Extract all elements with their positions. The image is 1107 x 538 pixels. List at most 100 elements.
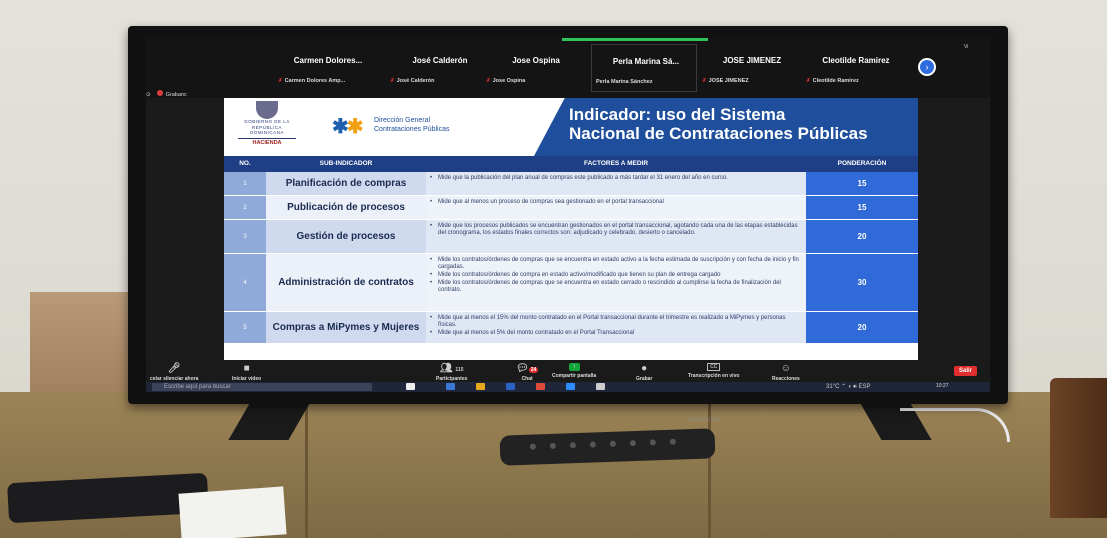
white-cable	[900, 408, 1010, 442]
share-screen-icon: ↑	[568, 363, 580, 371]
factors: Mide que al menos el 15% del monto contr…	[426, 312, 806, 343]
factors: Mide los contratos/órdenes de compras qu…	[426, 254, 806, 311]
column-header: PONDERACIÓN	[837, 160, 887, 167]
task-view-icon[interactable]	[406, 383, 415, 390]
reactions-button[interactable]: ☺ Reacciones	[772, 363, 800, 382]
chair	[1050, 378, 1107, 518]
active-speaker-bar	[562, 38, 708, 41]
ministry-label: HACIENDA	[238, 137, 296, 146]
weight: 20	[806, 312, 918, 343]
participants-count: 115	[455, 367, 464, 373]
microphone-icon: 🎤︎	[167, 363, 181, 374]
share-label: Compartir pantalla	[552, 373, 597, 379]
file-explorer-icon[interactable]	[476, 383, 485, 390]
sub-indicator: Planificación de compras	[266, 172, 426, 195]
factors: Mide que los procesos publicados se encu…	[426, 220, 806, 253]
crest-text: GOBIERNO DE LA	[244, 119, 290, 124]
agency-line: Dirección General	[374, 117, 431, 124]
crest-text: DOMINICANA	[250, 130, 284, 135]
table-row: 3 Gestión de procesos Mide que los proce…	[224, 220, 918, 254]
chat-icon: 💬︎ 24	[516, 363, 539, 374]
tv-brand: SAMSUNG	[688, 417, 721, 423]
row-number: 3	[224, 220, 266, 253]
camera-icon: ■	[243, 363, 250, 374]
coat-of-arms-icon	[256, 101, 278, 119]
row-number: 2	[224, 196, 266, 219]
participant-name: Carmen Dolores...	[293, 56, 363, 65]
view-button[interactable]: Vi	[964, 44, 968, 50]
slide-title: Indicador: uso del Sistema Nacional de C…	[569, 105, 917, 143]
captions-button[interactable]: CC Transcripción en vivo	[688, 363, 739, 379]
participants-button[interactable]: 👥︎ 115 Participantes	[436, 363, 467, 382]
participant-tile[interactable]: Cleotilde Ramirez ✗ Cleotilde Ramirez	[802, 44, 908, 92]
table-row: 5 Compras a MiPymes y Mujeres Mide que a…	[224, 312, 918, 344]
edge-browser-icon[interactable]	[446, 383, 455, 390]
participant-name: José Calderón	[412, 56, 468, 65]
participant-tile[interactable]: Jose Ospina ✗ Jose Ospina	[482, 44, 588, 92]
participant-label: Perla Marina Sánchez	[596, 79, 653, 85]
share-screen-button[interactable]: ↑ Compartir pantalla	[552, 363, 596, 379]
slide-header: GOBIERNO DE LA REPÚBLICA DOMINICANA HACI…	[224, 98, 918, 156]
row-number: 1	[224, 172, 266, 195]
muted-mic-icon: ✗	[278, 78, 283, 84]
table-row: 2 Publicación de procesos Mide que al me…	[224, 196, 918, 220]
settings-icon[interactable]	[596, 383, 605, 390]
captions-icon: CC	[707, 363, 721, 371]
factor-item: Mide los contratos/órdenes de compras qu…	[430, 280, 800, 294]
sub-indicator: Gestión de procesos	[266, 220, 426, 253]
participants-icon: 👥︎ 115	[439, 363, 464, 374]
factor-item: Mide que la publicación del plan anual d…	[430, 175, 800, 182]
factors: Mide que la publicación del plan anual d…	[426, 172, 806, 195]
participant-label: Cleotilde Ramirez	[812, 78, 859, 84]
record-dot-icon	[156, 90, 163, 96]
record-icon: ●	[641, 363, 648, 374]
zoom-meeting-screen: Vi Carmen Dolores... ✗ Carmen Dolores Amp…	[146, 38, 990, 392]
slide-title-line: Nacional de Contrataciones Públicas	[569, 124, 868, 143]
factor-item: Mide que al menos un proceso de compras …	[430, 199, 800, 206]
next-participants-button[interactable]: ›	[918, 58, 936, 76]
record-button[interactable]: ● Grabar	[636, 363, 652, 382]
factor-item: Mide los contratos/órdenes de compra en …	[430, 272, 800, 279]
word-icon[interactable]	[506, 383, 515, 390]
zoom-icon[interactable]	[566, 383, 575, 390]
muted-mic-icon: ✗	[390, 78, 395, 84]
table-row: 1 Planificación de compras Mide que la p…	[224, 172, 918, 196]
dgcp-logo-icon: ✱✱	[332, 116, 364, 138]
participant-tile[interactable]: JOSE JIMENEZ ✗ JOSE JIMENEZ	[698, 44, 804, 92]
agency-name: Dirección General Contrataciones Pública…	[374, 116, 450, 134]
factor-item: Mide que los procesos publicados se encu…	[430, 223, 800, 237]
windows-taskbar: Escribe aquí para buscar 31°C ⌃ ◖ 🔊︎ ESP…	[146, 382, 990, 392]
indicator-table: NO. SUB-INDICADOR FACTORES A MEDIR PONDE…	[224, 156, 918, 344]
table-seam	[305, 392, 308, 538]
recording-indicator: ⊙ Grabanc	[146, 90, 187, 98]
participant-label: José Calderón	[396, 78, 435, 84]
weight: 30	[806, 254, 918, 311]
video-button[interactable]: ■ Iniciar video	[232, 363, 261, 382]
muted-mic-icon: ✗	[486, 78, 491, 84]
participant-tile[interactable]: Carmen Dolores... ✗ Carmen Dolores Amp...	[274, 44, 380, 92]
table-seam	[708, 392, 711, 538]
system-tray: 31°C ⌃ ◖ 🔊︎ ESP	[826, 384, 871, 390]
participant-label: JOSE JIMENEZ	[708, 78, 749, 84]
factor-item: Mide los contratos/órdenes de compras qu…	[430, 257, 800, 271]
factor-item: Mide que al menos el 15% del monto contr…	[430, 315, 800, 329]
chrome-icon[interactable]	[536, 383, 545, 390]
table-header: NO. SUB-INDICADOR FACTORES A MEDIR PONDE…	[224, 156, 918, 172]
television: SAMSUNG Vi Carmen Dolores... ✗ Carmen Dol…	[128, 26, 1008, 423]
captions-label: Transcripción en vivo	[688, 373, 740, 379]
column-header: SUB-INDICADOR	[319, 160, 373, 167]
participant-tile-active[interactable]: Perla Marina Sá... Perla Marina Sánchez	[591, 44, 697, 92]
taskbar-search-input[interactable]: Escribe aquí para buscar	[152, 383, 372, 391]
column-header: FACTORES A MEDIR	[583, 160, 649, 167]
chat-badge: 24	[528, 367, 539, 373]
mute-button[interactable]: 🎤︎ celar silenciar ahora	[150, 363, 198, 382]
government-crest: GOBIERNO DE LA REPÚBLICA DOMINICANA HACI…	[238, 101, 296, 146]
taskbar-clock: 10:27	[936, 383, 949, 389]
row-number: 5	[224, 312, 266, 343]
row-number: 4	[224, 254, 266, 311]
input-language: ESP	[858, 384, 871, 390]
leave-button[interactable]: Salir	[954, 366, 978, 376]
chat-button[interactable]: 💬︎ 24 Chat	[516, 363, 539, 382]
participant-tile[interactable]: José Calderón ✗ José Calderón	[386, 44, 492, 92]
info-icon[interactable]: ⊙	[146, 92, 151, 98]
